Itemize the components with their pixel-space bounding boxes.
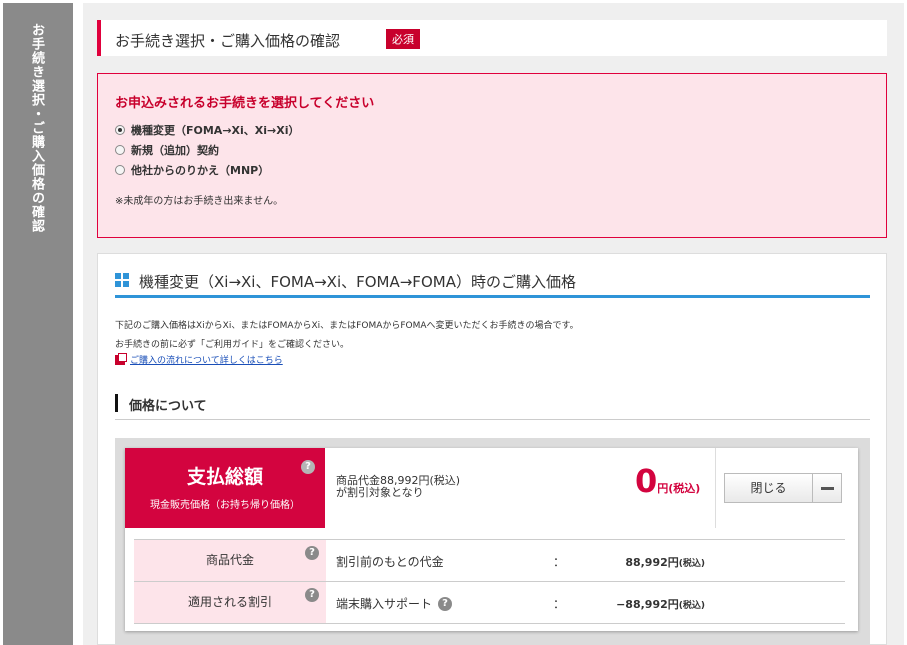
help-icon[interactable]: ? xyxy=(301,460,315,474)
close-toggle-button[interactable]: 閉じる xyxy=(724,473,842,503)
total-payment-label: 支払総額 xyxy=(186,466,263,488)
row-colon: ： xyxy=(553,555,566,569)
minus-icon xyxy=(813,474,841,502)
minor-note: ※未成年の方はお手続き出来ません。 xyxy=(115,196,284,207)
total-description-line2: が割引対象となり xyxy=(336,486,424,499)
sidebar-label: お手続き選択・ご購入価格の確認 xyxy=(29,23,44,233)
subheading-bar xyxy=(115,394,118,412)
total-amount: 0円(税込) xyxy=(635,462,700,500)
price-subheading: 価格について xyxy=(115,392,870,420)
procedure-selection-box: お申込みされるお手続きを選択してください 機種変更（FOMA→Xi、Xi→Xi）… xyxy=(97,73,887,238)
row-header-label: 適用される割引 xyxy=(187,595,272,609)
row-header-label: 商品代金 xyxy=(205,553,254,567)
total-description: 商品代金88,992円(税込) が割引対象となり xyxy=(336,475,460,499)
row-header: 商品代金 ? xyxy=(134,540,326,581)
row-label: 割引前のもとの代金 xyxy=(336,553,444,570)
total-payment-box: 支払総額 現金販売価格（お持ち帰り価格） ? xyxy=(125,448,325,528)
windows-grid-icon xyxy=(115,273,129,287)
table-row: 適用される割引 ? 端末購入サポート ? ： −88,992円(税込) xyxy=(134,582,845,624)
row-amount-value: −88,992円 xyxy=(616,598,679,611)
price-description: 下記のご購入価格はXiからXi、またはFOMAからXi、またはFOMAからFOM… xyxy=(115,321,579,331)
help-icon[interactable]: ? xyxy=(438,596,453,611)
row-colon: ： xyxy=(553,597,566,611)
row-label: 端末購入サポート ? xyxy=(336,595,453,612)
row-amount: −88,992円(税込) xyxy=(616,596,705,612)
main-content: お手続き選択・ご購入価格の確認 必須 お申込みされるお手続きを選択してください … xyxy=(83,3,904,645)
row-label-text: 端末購入サポート xyxy=(336,597,433,611)
radio-button[interactable] xyxy=(115,125,125,135)
row-amount-tax: (税込) xyxy=(678,601,705,611)
section-accent-bar xyxy=(97,20,101,56)
external-window-icon xyxy=(115,352,127,365)
radio-label: 新規（追加）契約 xyxy=(131,144,219,157)
total-amount-value: 0 xyxy=(635,462,658,500)
price-area: 支払総額 現金販売価格（お持ち帰り価格） ? 商品代金88,992円(税込) が… xyxy=(115,438,870,645)
price-panel-title: 機種変更（Xi→Xi、FOMA→Xi、FOMA→FOMA）時のご購入価格 xyxy=(139,273,576,291)
purchase-flow-link[interactable]: ご購入の流れについて詳しくはこちら xyxy=(115,352,283,366)
sidebar-panel: お手続き選択・ご購入価格の確認 xyxy=(3,3,73,645)
purchase-flow-link-label: ご購入の流れについて詳しくはこちら xyxy=(130,356,283,366)
radio-model-change[interactable]: 機種変更（FOMA→Xi、Xi→Xi） xyxy=(115,122,300,138)
row-amount-value: 88,992円 xyxy=(625,556,679,569)
row-amount: 88,992円(税込) xyxy=(625,554,705,570)
help-icon[interactable]: ? xyxy=(305,546,319,560)
radio-button[interactable] xyxy=(115,165,125,175)
row-label-text: 割引前のもとの代金 xyxy=(336,555,444,569)
radio-button[interactable] xyxy=(115,145,125,155)
guide-notice: お手続きの前に必ず「ご利用ガイド」をご確認ください。 xyxy=(115,340,350,350)
help-icon[interactable]: ? xyxy=(305,588,319,602)
close-button-label: 閉じる xyxy=(725,474,813,502)
total-amount-unit: 円(税込) xyxy=(657,482,701,495)
sidebar: お手続き選択・ご購入価格の確認 xyxy=(0,0,73,645)
section-header: お手続き選択・ご購入価格の確認 必須 xyxy=(97,20,887,56)
row-header: 適用される割引 ? xyxy=(134,582,326,623)
price-card: 支払総額 現金販売価格（お持ち帰り価格） ? 商品代金88,992円(税込) が… xyxy=(125,448,858,631)
price-breakdown-table: 商品代金 ? 割引前のもとの代金 ： 88,992円(税込) 適用される割引 ? xyxy=(134,539,845,624)
card-divider xyxy=(715,448,716,528)
radio-mnp[interactable]: 他社からのりかえ（MNP） xyxy=(115,162,269,178)
required-badge: 必須 xyxy=(386,29,420,49)
table-row: 商品代金 ? 割引前のもとの代金 ： 88,992円(税込) xyxy=(134,540,845,582)
procedure-question: お申込みされるお手続きを選択してください xyxy=(115,96,375,111)
section-title: お手続き選択・ご購入価格の確認 xyxy=(115,32,341,50)
radio-label: 他社からのりかえ（MNP） xyxy=(131,164,270,177)
total-payment-sublabel: 現金販売価格（お持ち帰り価格） xyxy=(150,500,300,511)
price-panel-header: 機種変更（Xi→Xi、FOMA→Xi、FOMA→FOMA）時のご購入価格 xyxy=(115,268,870,298)
price-panel: 機種変更（Xi→Xi、FOMA→Xi、FOMA→FOMA）時のご購入価格 下記の… xyxy=(97,253,887,645)
subheading-text: 価格について xyxy=(129,399,207,414)
radio-new-contract[interactable]: 新規（追加）契約 xyxy=(115,142,219,158)
radio-label: 機種変更（FOMA→Xi、Xi→Xi） xyxy=(131,124,300,137)
row-amount-tax: (税込) xyxy=(678,559,705,569)
